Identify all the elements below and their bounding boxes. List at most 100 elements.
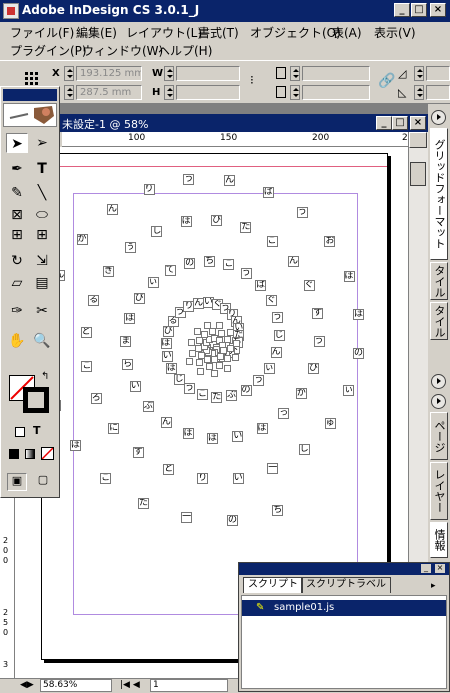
spiral-center-glyph — [195, 359, 203, 367]
document-title-bar[interactable]: 未設定-1 @ 58% _ □ × — [0, 114, 428, 132]
shear-field[interactable] — [426, 85, 450, 100]
zoom-icon[interactable]: 🔍 — [31, 331, 53, 351]
spiral-glyph: ぼ — [207, 432, 219, 444]
normal-view-icon[interactable]: ▣ — [7, 473, 27, 491]
spiral-glyph: の — [240, 384, 252, 396]
tab-tile-2[interactable]: タイル — [430, 302, 448, 340]
menu-view[interactable]: 表示(V) — [374, 24, 416, 41]
line-icon[interactable]: ╲ — [31, 183, 53, 203]
hand-icon[interactable]: ✋ — [6, 331, 28, 351]
menu-table[interactable]: 表(A) — [332, 24, 362, 41]
doc-maximize-button[interactable]: □ — [392, 116, 408, 130]
tab-script[interactable]: スクリプト — [243, 577, 303, 593]
ellipse-icon[interactable]: ⬭ — [31, 205, 53, 225]
direct-select-icon[interactable]: ➢ — [31, 133, 53, 153]
shear-spinner[interactable] — [414, 85, 424, 100]
apply-none-icon[interactable] — [41, 447, 54, 460]
window-title: Adobe InDesign CS 3.0.1_J — [22, 3, 200, 17]
scissors-icon[interactable]: ✂ — [31, 301, 53, 321]
scale-icon[interactable]: ⇲ — [31, 251, 53, 271]
link-icon[interactable]: 🔗 — [378, 73, 395, 89]
w-spinner[interactable] — [164, 66, 174, 81]
text-format-icon[interactable]: T — [33, 424, 41, 437]
horizontal-ruler[interactable]: 100 150 200 250 — [62, 132, 419, 147]
grid-icon[interactable]: ⊞ — [31, 225, 53, 245]
scale-x-field[interactable] — [302, 66, 370, 81]
table-icon[interactable]: ⊞ — [6, 225, 28, 245]
panel-expand-icon[interactable] — [431, 394, 446, 409]
pencil-icon[interactable]: ✎ — [6, 183, 28, 203]
tab-layers[interactable]: レイヤー — [430, 462, 448, 520]
frame-icon[interactable]: ⊠ — [6, 205, 28, 225]
tab-script-label[interactable]: スクリプトラベル — [301, 577, 391, 593]
scroll-thumb[interactable] — [410, 162, 426, 186]
panel-expand-icon[interactable] — [431, 374, 446, 389]
scroll-up-button[interactable] — [409, 132, 427, 148]
panel-minimize-icon[interactable]: _ — [421, 564, 431, 573]
constrain-icon[interactable]: ⁝ — [250, 73, 262, 87]
zoom-field[interactable]: 58.63% — [40, 679, 112, 692]
tab-pages[interactable]: ページ — [430, 412, 448, 460]
apply-gradient-icon[interactable] — [25, 449, 35, 459]
reference-point-icon[interactable] — [24, 71, 40, 87]
tab-tile-1[interactable]: タイル — [430, 262, 448, 300]
spiral-glyph: う — [271, 312, 283, 324]
first-page-icon[interactable]: |◀ ◀ — [120, 680, 140, 690]
minimize-button[interactable]: _ — [394, 3, 410, 17]
container-format-icon[interactable] — [15, 427, 25, 437]
h-spinner[interactable] — [164, 85, 174, 100]
pen-icon[interactable]: ✒ — [6, 159, 28, 179]
spiral-glyph: て — [164, 264, 176, 276]
close-button[interactable]: × — [430, 3, 446, 17]
indesign-icon[interactable] — [3, 3, 19, 19]
spiral-glyph: ま — [120, 335, 132, 347]
rotate-icon[interactable]: ↻ — [6, 251, 28, 271]
spiral-glyph: ん — [270, 347, 282, 359]
swap-colors-icon[interactable]: ↰ — [41, 371, 49, 382]
scale-y-field[interactable] — [302, 85, 370, 100]
rotate-spinner[interactable] — [414, 66, 424, 81]
menu-plugin[interactable]: プラグイン(P) — [10, 42, 87, 59]
menu-window[interactable]: ウィンドウ(W) — [82, 42, 163, 59]
y-field[interactable]: 287.5 mm — [76, 85, 142, 100]
x-spinner[interactable] — [64, 66, 74, 81]
type-icon[interactable]: T — [31, 159, 53, 179]
script-panel-title-bar[interactable]: _ × — [239, 563, 449, 575]
scale-x-spinner[interactable] — [290, 66, 300, 81]
pointer-icon[interactable]: ➤ — [6, 133, 28, 153]
list-item[interactable]: ✎ sample01.js — [242, 600, 446, 616]
toolbox-title-bar[interactable] — [3, 89, 57, 101]
h-field[interactable] — [176, 85, 240, 100]
apply-color-icon[interactable] — [9, 449, 19, 459]
menu-layout[interactable]: レイアウト(L) — [126, 24, 202, 41]
menu-edit[interactable]: 編集(E) — [76, 24, 117, 41]
spiral-glyph: ぱ — [255, 279, 267, 291]
scale-y-spinner[interactable] — [290, 85, 300, 100]
ruler-v-label: 5 — [3, 618, 9, 627]
menu-type[interactable]: 書式(T) — [198, 24, 239, 41]
gradient-icon[interactable]: ▤ — [31, 273, 53, 293]
doc-close-button[interactable]: × — [410, 116, 426, 130]
panel-close-icon[interactable]: × — [435, 564, 445, 573]
app-title-bar[interactable]: Adobe InDesign CS 3.0.1_J _ □ × — [0, 0, 450, 22]
panel-menu-icon[interactable]: ▸ — [431, 581, 436, 591]
preview-view-icon[interactable]: ▢ — [33, 473, 53, 491]
page-field[interactable]: 1 — [150, 679, 228, 692]
doc-minimize-button[interactable]: _ — [376, 116, 392, 130]
shear-icon[interactable]: ▱ — [6, 273, 28, 293]
view-toggle-icon[interactable]: ◀▶ — [20, 680, 34, 690]
maximize-button[interactable]: □ — [411, 3, 427, 17]
tab-grid-format[interactable]: グリッドフォーマット — [430, 128, 448, 260]
w-field[interactable] — [176, 66, 240, 81]
menu-file[interactable]: ファイル(F) — [10, 24, 74, 41]
tab-info[interactable]: 情報 — [430, 522, 448, 558]
y-spinner[interactable] — [64, 85, 74, 100]
menu-help[interactable]: ヘルプ(H) — [158, 42, 212, 59]
rotate-field[interactable] — [426, 66, 450, 81]
x-field[interactable]: 193.125 mm — [76, 66, 142, 81]
script-list[interactable]: ✎ sample01.js — [241, 595, 447, 689]
menu-object[interactable]: オブジェクト(O) — [250, 24, 341, 41]
eyedropper-icon[interactable]: ✑ — [6, 301, 28, 321]
panel-expand-icon[interactable] — [431, 110, 446, 125]
stroke-swatch[interactable] — [23, 387, 49, 413]
